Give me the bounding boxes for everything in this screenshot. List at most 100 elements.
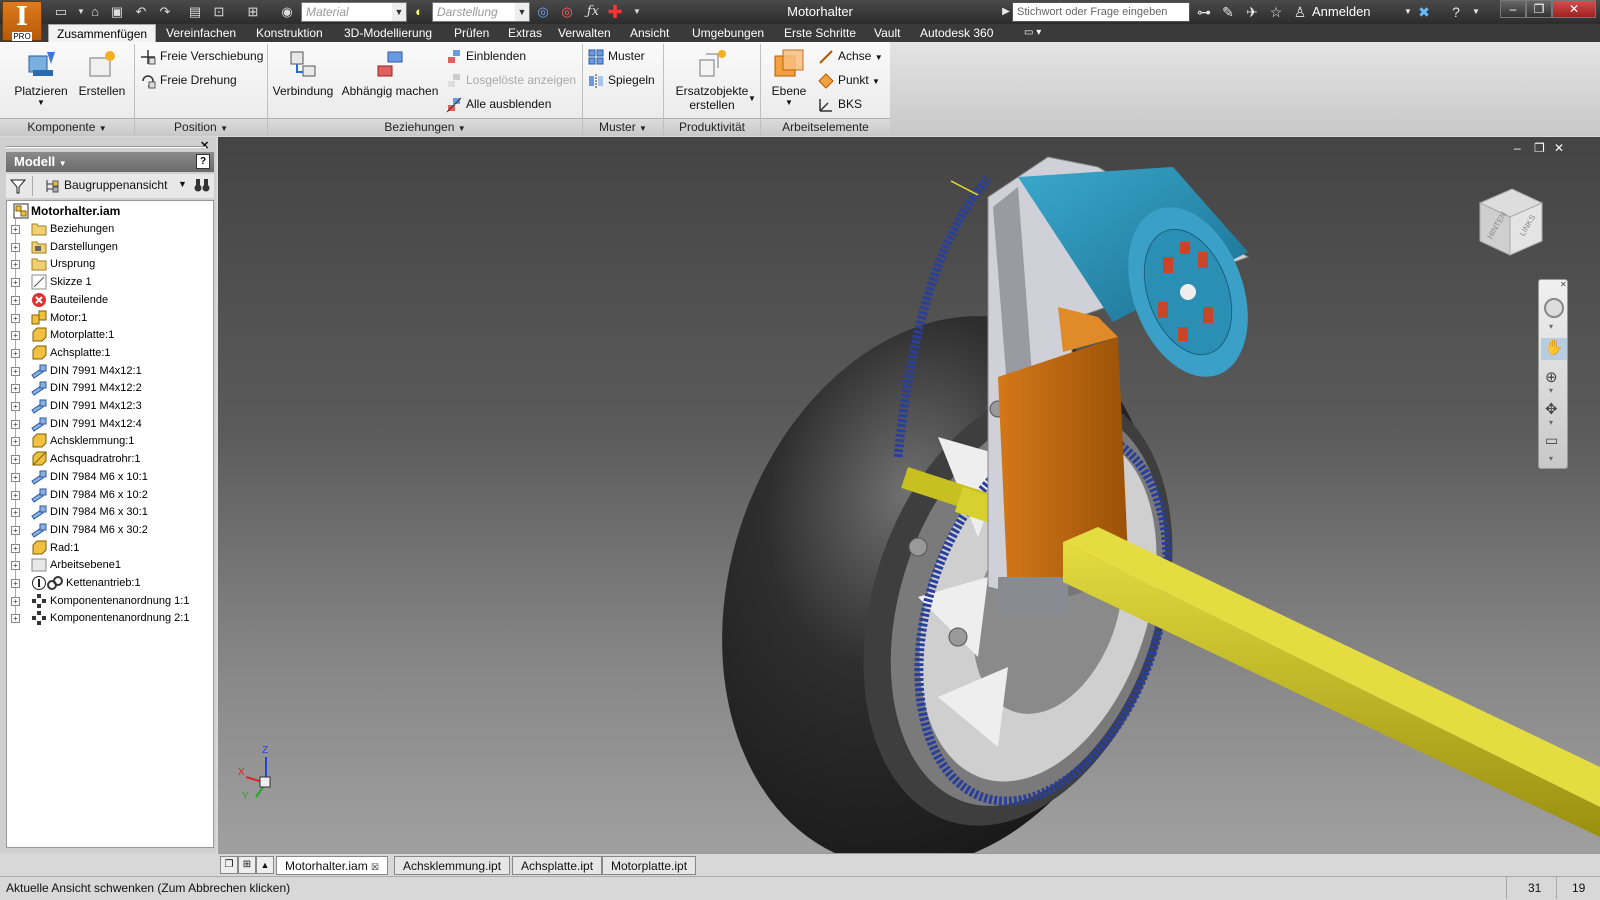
- graphics-viewport[interactable]: – ❐ ✕ HINTEN LINKS ✕ ▾ ✋ ⊕ ▾ ✥ ▾ ▭ ▾ Z X…: [218, 137, 1600, 853]
- doc-tab-motorhalter[interactable]: Motorhalter.iam ☒: [276, 856, 389, 875]
- chevron-down-icon[interactable]: ▾: [1549, 418, 1553, 427]
- signin-link[interactable]: Anmelden: [1312, 4, 1371, 19]
- tab-pruefen[interactable]: Prüfen: [446, 24, 497, 42]
- close-icon[interactable]: ✕: [1560, 280, 1567, 289]
- browser-help-icon[interactable]: ?: [196, 154, 210, 169]
- tab-extras[interactable]: Extras: [500, 24, 550, 42]
- help-icon[interactable]: ?: [1446, 3, 1466, 21]
- redo-icon[interactable]: ↷: [156, 3, 174, 21]
- expand-icon[interactable]: +: [11, 437, 20, 447]
- adjust-appearance-icon[interactable]: ◎: [558, 3, 576, 21]
- viewport-close-icon[interactable]: ✕: [1554, 141, 1564, 155]
- expand-icon[interactable]: +: [11, 384, 20, 394]
- pan-hand-icon[interactable]: ✋: [1541, 338, 1567, 360]
- achse-button[interactable]: Achse ▼: [818, 46, 883, 66]
- look-at-icon[interactable]: ▭: [1545, 432, 1558, 449]
- filter-icon[interactable]: [9, 178, 27, 194]
- tab-vereinfachen[interactable]: Vereinfachen: [158, 24, 244, 42]
- qat-customize-icon[interactable]: ▼: [628, 3, 646, 21]
- select-priority-icon[interactable]: ⊞: [244, 3, 262, 21]
- alle-ausblenden-button[interactable]: Alle ausblenden: [446, 94, 551, 114]
- parameters-icon[interactable]: ƒx: [584, 3, 602, 21]
- open-icon[interactable]: ⌂: [86, 3, 104, 21]
- tab-umgebungen[interactable]: Umgebungen: [684, 24, 772, 42]
- panel-muster[interactable]: Muster ▼: [583, 118, 663, 136]
- favorites-star-icon[interactable]: ☆: [1266, 3, 1286, 21]
- viewcube[interactable]: HINTEN LINKS: [1470, 181, 1550, 261]
- tile-windows-icon[interactable]: ❐: [220, 856, 238, 874]
- expand-icon[interactable]: +: [11, 490, 20, 500]
- bks-button[interactable]: BKS: [818, 94, 862, 114]
- ersatzobjekte-erstellen-button[interactable]: Ersatzobjekte erstellen: [668, 48, 756, 112]
- expand-icon[interactable]: +: [11, 525, 20, 535]
- nav-customize-icon[interactable]: ▾: [1549, 454, 1553, 463]
- platzieren-button[interactable]: Platzieren ▼: [10, 48, 72, 107]
- measure-icon[interactable]: ✚: [606, 3, 624, 21]
- close-button[interactable]: ✕: [1552, 0, 1596, 18]
- expand-icon[interactable]: +: [11, 366, 20, 376]
- doc-tab-motorplatte[interactable]: Motorplatte.ipt: [602, 856, 697, 875]
- expand-icon[interactable]: +: [11, 508, 20, 518]
- expand-icon[interactable]: +: [11, 614, 20, 624]
- expand-icon[interactable]: +: [11, 242, 20, 252]
- panel-position[interactable]: Position ▼: [135, 118, 267, 136]
- ebene-button[interactable]: Ebene ▼: [764, 48, 814, 107]
- help-dropdown-icon[interactable]: ▼: [1466, 3, 1486, 21]
- panel-arbeitselemente[interactable]: Arbeitselemente: [761, 118, 890, 136]
- spiegeln-button[interactable]: Spiegeln: [588, 70, 655, 90]
- material-combo[interactable]: Material ▼: [301, 2, 407, 22]
- expand-icon[interactable]: +: [11, 225, 20, 234]
- expand-icon[interactable]: +: [11, 402, 20, 411]
- doc-tab-achsklemmung[interactable]: Achsklemmung.ipt: [394, 856, 511, 875]
- panel-produktivitaet[interactable]: Produktivität: [664, 118, 760, 136]
- orbit-icon[interactable]: ✥: [1545, 400, 1558, 418]
- communication-icon[interactable]: ✈: [1242, 3, 1262, 21]
- application-menu-button[interactable]: I PRO: [2, 1, 42, 41]
- expand-icon[interactable]: +: [11, 295, 20, 305]
- binoculars-icon[interactable]: ⊶: [1194, 3, 1214, 21]
- viewport-restore-icon[interactable]: ❐: [1534, 141, 1545, 155]
- expand-icon[interactable]: +: [11, 472, 20, 482]
- exchange-apps-icon[interactable]: ✖: [1414, 3, 1434, 21]
- viewport-minimize-icon[interactable]: –: [1514, 141, 1521, 155]
- properties-icon[interactable]: ◉: [278, 3, 296, 21]
- panel-beziehungen[interactable]: Beziehungen ▼: [268, 118, 582, 136]
- zoom-icon[interactable]: ⊕: [1545, 368, 1558, 386]
- expand-icon[interactable]: +: [11, 455, 20, 465]
- find-binoculars-icon[interactable]: [194, 177, 210, 193]
- tab-zusammenfuegen[interactable]: Zusammenfügen: [48, 24, 157, 42]
- clear-appearance-icon[interactable]: ◎: [534, 3, 552, 21]
- verbindung-button[interactable]: Verbindung: [270, 48, 336, 98]
- tab-konstruktion[interactable]: Konstruktion: [248, 24, 331, 42]
- panel-komponente[interactable]: Komponente ▼: [0, 118, 134, 136]
- expand-icon[interactable]: +: [11, 543, 20, 553]
- open-documents-menu-icon[interactable]: ▲: [256, 856, 274, 874]
- expand-icon[interactable]: +: [11, 561, 20, 571]
- expand-icon[interactable]: +: [11, 260, 20, 270]
- close-icon[interactable]: ☒: [371, 862, 379, 872]
- erstellen-button[interactable]: Erstellen: [76, 48, 128, 98]
- doc-tab-achsplatte[interactable]: Achsplatte.ipt: [512, 856, 603, 875]
- expand-icon[interactable]: +: [11, 331, 20, 341]
- muster-button[interactable]: Muster: [588, 46, 645, 66]
- tab-3d-modellierung[interactable]: 3D-Modellierung: [336, 24, 440, 42]
- freie-drehung-button[interactable]: Freie Drehung: [140, 70, 237, 90]
- arrange-windows-icon[interactable]: ⊞: [238, 856, 256, 874]
- tab-autodesk-360[interactable]: Autodesk 360: [912, 24, 1001, 42]
- browser-view-select[interactable]: Baugruppenansicht: [64, 178, 167, 192]
- expand-icon[interactable]: +: [11, 579, 20, 588]
- chevron-down-icon[interactable]: ▾: [1549, 386, 1553, 395]
- global-update-icon[interactable]: ⊡: [210, 3, 228, 21]
- punkt-button[interactable]: Punkt ▼: [818, 70, 880, 90]
- einblenden-button[interactable]: Einblenden: [446, 46, 526, 66]
- expand-icon[interactable]: +: [11, 278, 20, 288]
- tab-ansicht[interactable]: Ansicht: [622, 24, 677, 42]
- freie-verschiebung-button[interactable]: Freie Verschiebung: [140, 46, 263, 66]
- abhaengig-machen-button[interactable]: Abhängig machen: [338, 48, 442, 98]
- chevron-down-icon[interactable]: ▼: [178, 179, 187, 189]
- tab-erste-schritte[interactable]: Erste Schritte: [776, 24, 864, 42]
- help-search-input[interactable]: Stichwort oder Frage eingeben: [1012, 2, 1190, 22]
- minimize-button[interactable]: –: [1500, 0, 1526, 18]
- expand-icon[interactable]: +: [11, 348, 20, 358]
- new-file-icon[interactable]: ▭: [52, 3, 70, 21]
